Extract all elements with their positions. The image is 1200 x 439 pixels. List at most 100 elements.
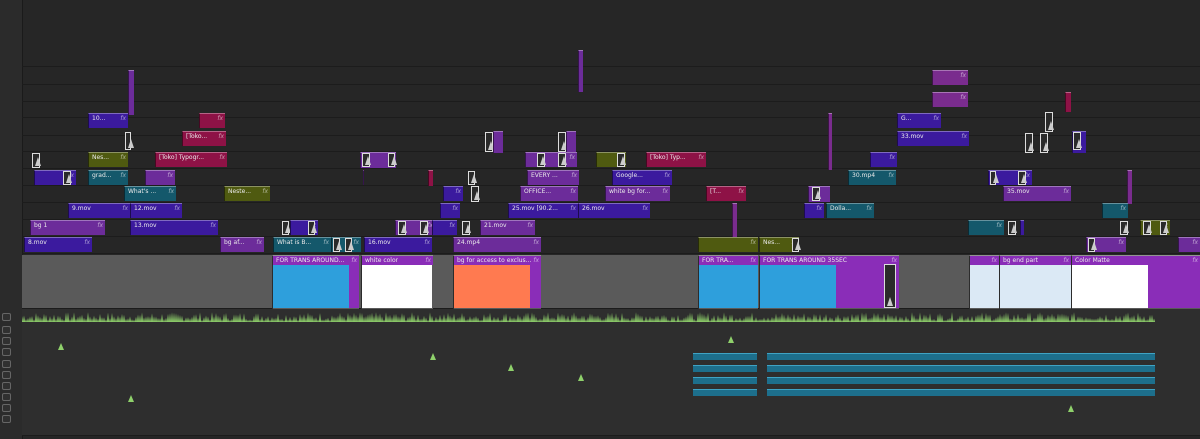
clip-30mp4[interactable]: 30.mp4 fx <box>848 170 896 185</box>
track-lock-icon[interactable] <box>2 404 11 412</box>
clip-thumbnail-icon[interactable] <box>388 153 397 167</box>
clip[interactable]: fx <box>804 203 824 218</box>
clip[interactable] <box>1020 220 1024 235</box>
clip[interactable] <box>1065 92 1071 112</box>
clip[interactable] <box>428 170 433 186</box>
clip-thumbnail-icon[interactable] <box>125 132 134 150</box>
clip-thumbnail-icon[interactable] <box>282 221 291 235</box>
clip-toko-typogr[interactable]: [Toko] Typogr... fx <box>155 152 227 167</box>
audio-clip[interactable] <box>767 389 1155 396</box>
clip-thumbnail-icon[interactable] <box>1045 112 1054 132</box>
clip-thumbnail-icon[interactable] <box>1025 133 1034 153</box>
clip-thumbnail-icon[interactable] <box>63 171 72 185</box>
audio-keyframe-icon[interactable] <box>728 336 734 343</box>
audio-keyframe-icon[interactable] <box>58 343 64 350</box>
clip-thumbnail-icon[interactable] <box>1120 221 1129 235</box>
clip[interactable] <box>363 170 364 185</box>
clip[interactable]: fx <box>525 152 577 167</box>
clip[interactable]: fx <box>440 203 460 218</box>
clip-thumbnail-icon[interactable] <box>308 221 317 235</box>
clip[interactable]: fx <box>443 186 463 201</box>
clip-bg1[interactable]: bg 1 fx <box>30 220 105 235</box>
clip-thumbnail-icon[interactable] <box>1160 221 1169 235</box>
clip-white-bg[interactable]: white bg for... fx <box>605 186 670 201</box>
audio-clip[interactable] <box>767 353 1155 360</box>
clip-grad[interactable]: grad... fx <box>88 170 128 185</box>
clip-whats[interactable]: What's ... fx <box>124 186 176 201</box>
audio-clip[interactable] <box>767 377 1155 384</box>
audio-keyframe-icon[interactable] <box>430 353 436 360</box>
clip-24mp4[interactable]: 24.mp4 fx <box>453 237 541 252</box>
clip[interactable]: fx <box>932 92 968 107</box>
clip-for-tra[interactable]: FOR TRA... fx <box>698 255 758 309</box>
track-lock-icon[interactable] <box>2 337 11 345</box>
clip-bg-end[interactable]: bg end part fx <box>999 255 1071 309</box>
clip-thumbnail-icon[interactable] <box>884 264 896 308</box>
clip[interactable]: fx <box>932 70 968 85</box>
clip-21mov[interactable]: 21.mov fx <box>480 220 535 235</box>
clip-every[interactable]: EVERY ... fx <box>527 170 579 185</box>
clip-thumbnail-icon[interactable] <box>462 221 471 235</box>
clip-thumbnail-icon[interactable] <box>333 238 342 252</box>
track-lock-icon[interactable] <box>2 393 11 401</box>
track-lock-icon[interactable] <box>2 371 11 379</box>
audio-keyframe-icon[interactable] <box>578 374 584 381</box>
clip-26mov[interactable]: 26.mov fx <box>578 203 650 218</box>
clip[interactable]: fx <box>1178 237 1200 252</box>
clip-33mov[interactable]: 33.mov fx <box>897 131 969 146</box>
clip-thumbnail-icon[interactable] <box>1088 238 1097 252</box>
clip-for-trans-around[interactable]: FOR TRANS AROUND... fx <box>272 255 359 309</box>
clip-color-matte[interactable]: Color Matte fx <box>1071 255 1200 309</box>
clip-thumbnail-icon[interactable] <box>1018 171 1027 185</box>
clip-thumbnail-icon[interactable] <box>485 132 494 152</box>
clip-thumbnail-icon[interactable] <box>558 153 567 167</box>
clip-bgaf[interactable]: bg af... fx <box>220 237 264 252</box>
clip-13mov[interactable]: 13.mov fx <box>130 220 218 235</box>
clip-for-trans-35[interactable]: FOR TRANS AROUND 35SEC fx <box>759 255 899 309</box>
clip[interactable] <box>566 131 576 153</box>
track-lock-icon[interactable] <box>2 326 11 334</box>
clip-whatsb[interactable]: What is B... fx <box>273 237 331 252</box>
audio-clip[interactable] <box>693 377 757 384</box>
clip-thumbnail-icon[interactable] <box>1073 132 1082 150</box>
track-lock-icon[interactable] <box>2 360 11 368</box>
clip-16mov[interactable]: 16.mov fx <box>364 237 432 252</box>
clip-thumbnail-icon[interactable] <box>1143 221 1152 235</box>
clip-thumbnail-icon[interactable] <box>362 153 371 167</box>
clip[interactable]: fx <box>1102 203 1128 218</box>
audio-clip[interactable] <box>693 389 757 396</box>
audio-keyframe-icon[interactable] <box>508 364 514 371</box>
clip-8mov[interactable]: 8.mov fx <box>24 237 92 252</box>
clip-thumbnail-icon[interactable] <box>471 186 480 202</box>
audio-keyframe-icon[interactable] <box>1068 405 1074 412</box>
clip-35mov[interactable]: 35.mov fx <box>1003 186 1071 201</box>
clip-toko1[interactable]: [Toko... fx <box>182 131 226 146</box>
clip[interactable]: fx <box>698 237 758 252</box>
clip-g[interactable]: G... fx <box>897 113 941 128</box>
clip-thumbnail-icon[interactable] <box>468 171 477 185</box>
clip-google[interactable]: Google... fx <box>612 170 672 185</box>
clip-thumbnail-icon[interactable] <box>398 221 407 235</box>
clip-t[interactable]: [T... fx <box>706 186 746 201</box>
clip-toko-typ[interactable]: [Toko] Typ... fx <box>646 152 706 167</box>
clip-thumbnail-icon[interactable] <box>812 187 821 201</box>
clip-thumbnail-icon[interactable] <box>537 153 546 167</box>
clip-office[interactable]: OFFICE... fx <box>520 186 578 201</box>
track-lock-icon[interactable] <box>2 382 11 390</box>
clip[interactable]: fx <box>968 220 1004 235</box>
clip[interactable]: fx <box>199 113 225 128</box>
audio-keyframe-icon[interactable] <box>128 395 134 402</box>
clip-thumbnail-icon[interactable] <box>1040 133 1049 153</box>
clip[interactable] <box>1127 170 1132 204</box>
clip[interactable] <box>732 203 737 237</box>
clip-25mov[interactable]: 25.mov [90.2... fx <box>508 203 578 218</box>
clip-9mov[interactable]: 9.mov fx <box>68 203 130 218</box>
clip-bg-access[interactable]: bg for access to exclus... fx <box>453 255 541 309</box>
audio-clip[interactable] <box>693 365 757 372</box>
audio-clip[interactable] <box>767 365 1155 372</box>
audio-clip[interactable] <box>693 353 757 360</box>
clip-nes1[interactable]: Nes... fx <box>88 152 128 167</box>
clip[interactable] <box>128 70 134 115</box>
clip-neste[interactable]: Neste... fx <box>224 186 270 201</box>
audio-waveform[interactable] <box>22 312 1155 322</box>
